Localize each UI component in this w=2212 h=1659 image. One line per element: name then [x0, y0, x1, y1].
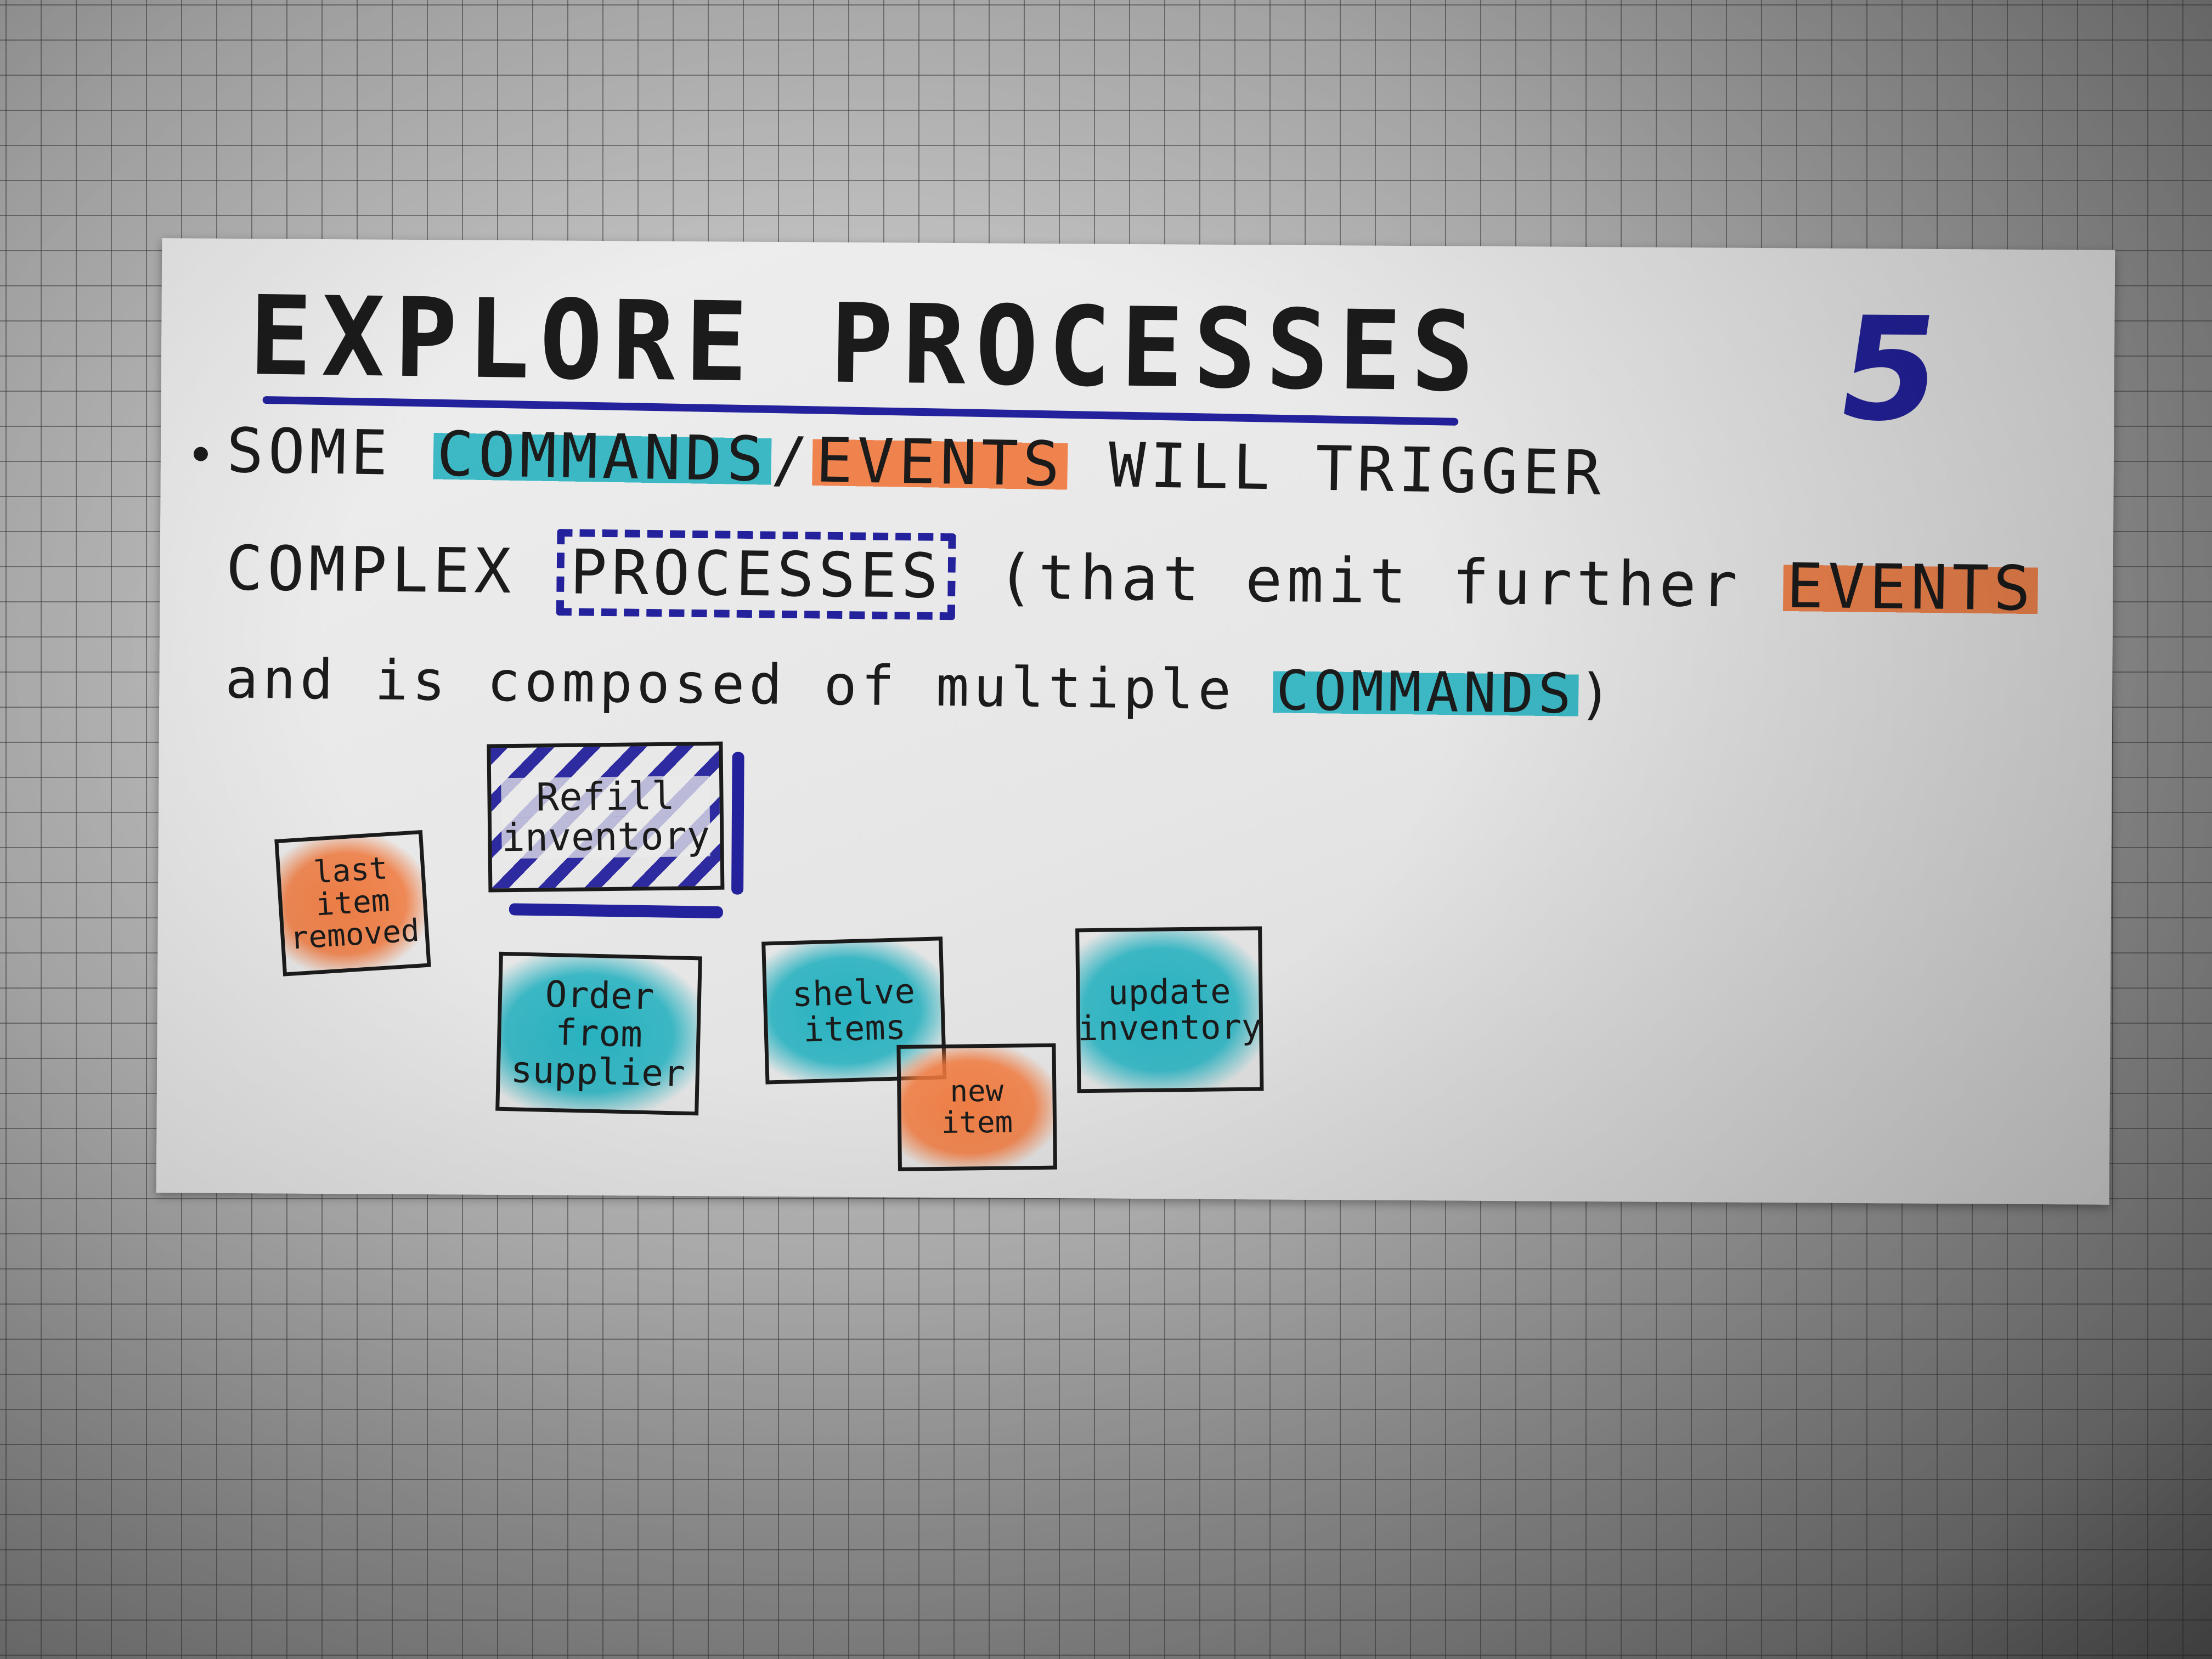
sticky-text: inventory: [1077, 1006, 1262, 1049]
events-highlight: EVENTS: [811, 425, 1068, 501]
bullet-line-2: COMPLEX PROCESSES (that emit further EVE…: [225, 529, 2039, 625]
commands-highlight-2: COMMANDS: [1272, 658, 1579, 726]
sticky-refill-inventory: Refill inventory: [487, 741, 725, 893]
sticky-text: shelve: [791, 970, 916, 1015]
sticky-text: supplier: [510, 1048, 686, 1095]
card-title: EXPLORE PROCESSES: [248, 272, 1485, 416]
sticky-text: new: [950, 1074, 1004, 1109]
process-side-mark: [731, 752, 744, 895]
line1-prefix: SOME: [225, 415, 435, 490]
bullet-line-1: SOME COMMANDS/EVENTS WILL TRIGGER: [226, 415, 1606, 510]
commands-highlight: COMMANDS: [433, 418, 772, 496]
bullet-dot: [193, 447, 208, 461]
sticky-text: inventory: [501, 812, 710, 861]
line2-prefix: COMPLEX: [225, 533, 557, 608]
page-number: 5: [1827, 286, 1951, 453]
sticky-text: Refill: [501, 773, 710, 820]
processes-dashed-box: PROCESSES: [556, 529, 956, 620]
line3-prefix: and is composed of multiple: [224, 646, 1273, 723]
events-highlight-2: EVENTS: [1782, 550, 2039, 625]
sticky-text: item: [941, 1104, 1013, 1140]
sticky-update-inventory: update inventory: [1075, 926, 1264, 1093]
line1-slash: /: [770, 424, 814, 496]
sticky-order-from-supplier: Order from supplier: [495, 951, 702, 1116]
sticky-last-item-removed: last item removed: [274, 830, 431, 977]
line3-suffix: ): [1578, 662, 1617, 726]
process-underline-mark: [509, 903, 724, 919]
sticky-new-item: new item: [896, 1043, 1057, 1171]
sticky-text: update: [1108, 971, 1231, 1013]
sticky-text: from: [555, 1011, 643, 1056]
sticky-text: items: [803, 1007, 907, 1050]
line2-suffix: (that emit further: [955, 541, 1784, 622]
bullet-line-3: and is composed of multiple COMMANDS): [225, 646, 1617, 726]
whiteboard-card: EXPLORE PROCESSES 5 SOME COMMANDS/EVENTS…: [156, 238, 2115, 1205]
line1-suffix: WILL TRIGGER: [1066, 429, 1606, 510]
sticky-text: removed: [289, 913, 421, 957]
sticky-text: Order: [544, 973, 655, 1018]
